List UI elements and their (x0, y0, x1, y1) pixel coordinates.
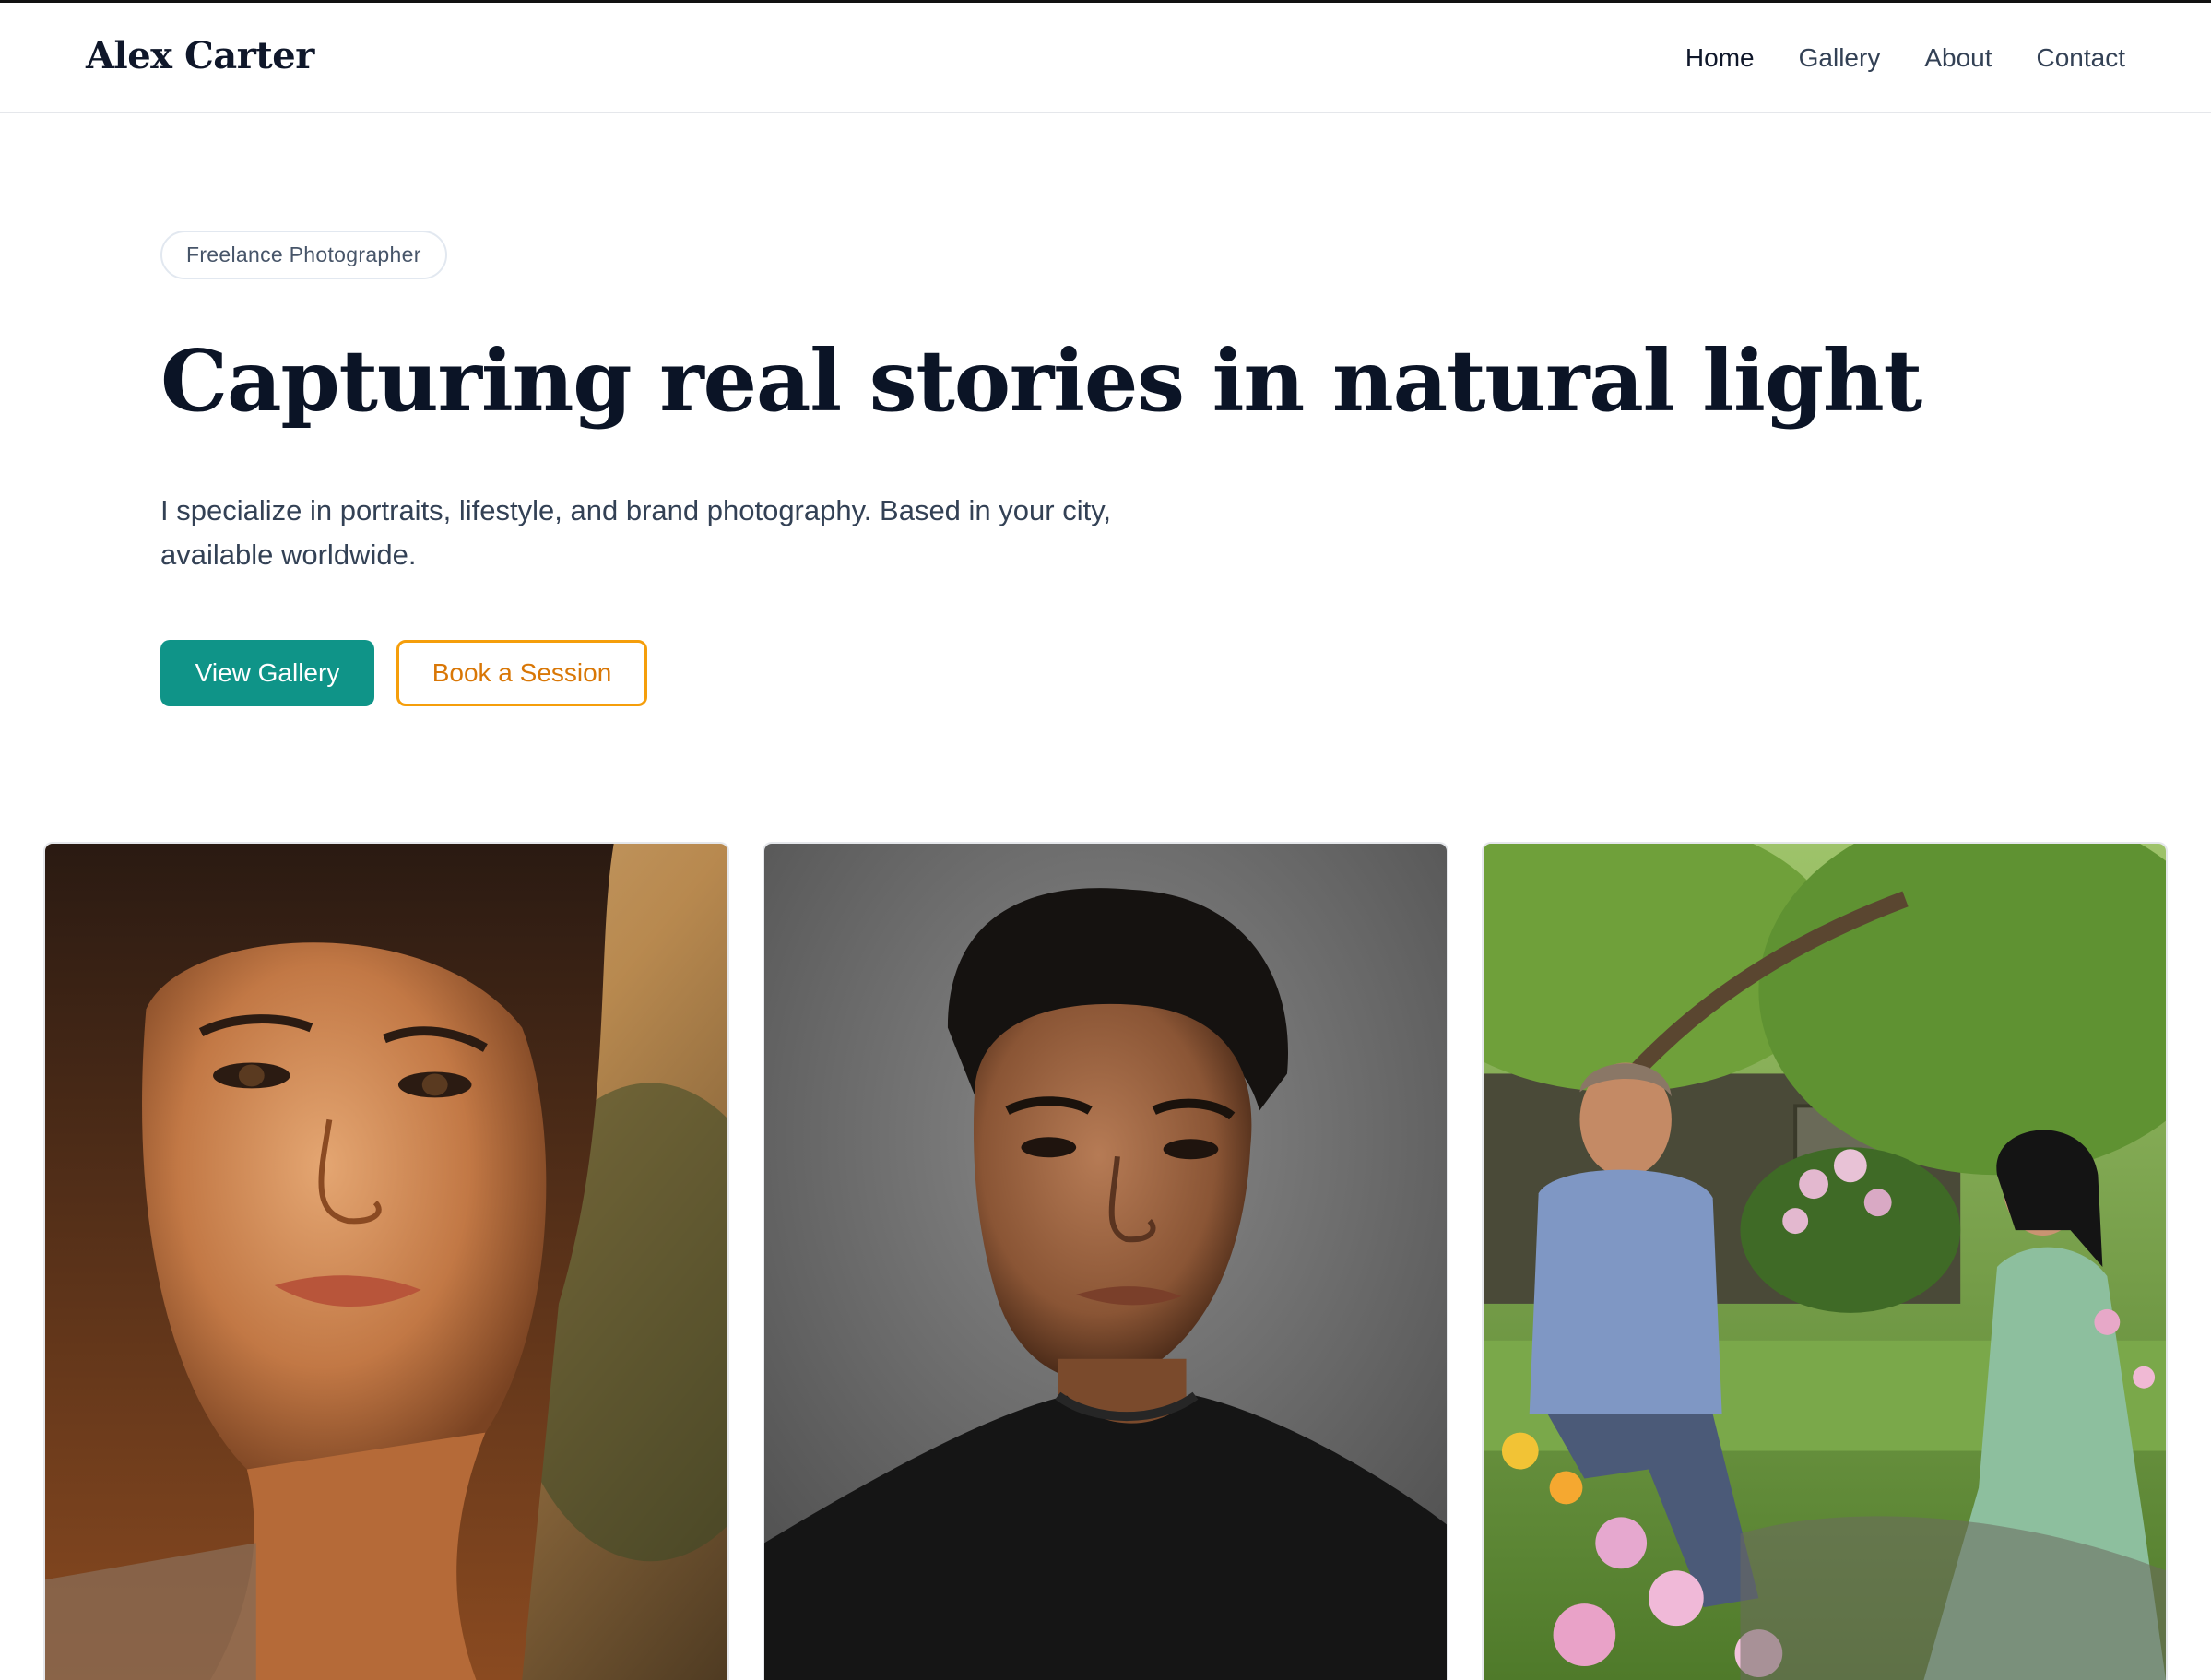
gallery-photo-garden-couple[interactable] (1482, 842, 2168, 1680)
hero-section: Freelance Photographer Capturing real st… (160, 231, 1922, 706)
nav-gallery[interactable]: Gallery (1799, 43, 1881, 73)
hero-actions: View Gallery Book a Session (160, 639, 1912, 706)
garden-couple-image (1484, 844, 2166, 1680)
hero-headline: Capturing real stories in natural light (160, 331, 1922, 431)
woman-portrait-image (45, 844, 727, 1680)
gallery-photo-woman-portrait[interactable] (43, 842, 729, 1680)
nav-about[interactable]: About (1924, 43, 1992, 73)
gallery-photo-man-portrait[interactable] (763, 842, 1448, 1680)
man-portrait-image (764, 844, 1447, 1680)
role-badge: Freelance Photographer (160, 231, 447, 279)
nav-home[interactable]: Home (1685, 43, 1755, 73)
view-gallery-button[interactable]: View Gallery (160, 639, 374, 706)
brand-logo[interactable]: Alex Carter (86, 34, 314, 77)
book-session-button[interactable]: Book a Session (396, 639, 647, 706)
hero-description: I specialize in portraits, lifestyle, an… (160, 493, 1112, 571)
photo-gallery (43, 842, 2168, 1680)
nav-contact[interactable]: Contact (2037, 43, 2126, 73)
page: Alex Carter Home Gallery About Contact F… (0, 0, 2211, 1680)
main-nav: Home Gallery About Contact (1685, 43, 2125, 73)
site-header: Alex Carter Home Gallery About Contact (0, 3, 2211, 113)
